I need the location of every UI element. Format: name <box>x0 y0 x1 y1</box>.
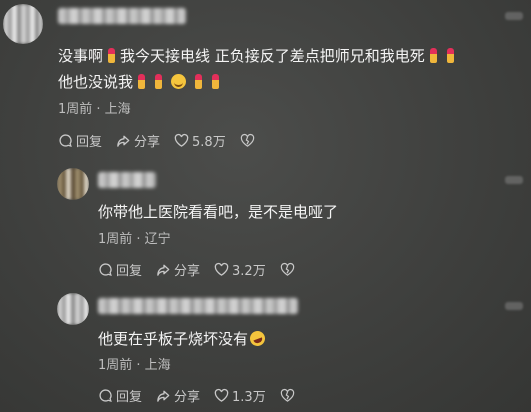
more-icon[interactable] <box>505 12 523 20</box>
lipstick-emoji-icon <box>155 74 163 89</box>
lipstick-emoji-icon <box>138 74 146 89</box>
share-icon <box>157 264 170 276</box>
dislike-button[interactable] <box>280 388 298 403</box>
comment-text: 你带他上医院看看吧，是不是电哑了 <box>98 203 339 221</box>
laugh-cry-emoji-icon <box>247 328 268 349</box>
lipstick-emoji-icon <box>429 48 437 63</box>
reply-button[interactable]: 回复 <box>98 386 142 405</box>
comment-text-line2: 他也没说我 <box>58 70 224 94</box>
lipstick-emoji-icon <box>108 48 116 63</box>
username-blurred[interactable] <box>58 8 186 24</box>
heart-broken-icon <box>280 388 294 402</box>
user-avatar[interactable] <box>57 293 89 325</box>
dislike-button[interactable] <box>240 133 258 148</box>
like-button[interactable]: 5.8万 <box>174 131 226 150</box>
comment-icon <box>99 389 112 402</box>
username-blurred[interactable] <box>98 298 298 314</box>
user-avatar[interactable] <box>57 168 89 200</box>
heart-broken-icon <box>240 133 254 147</box>
username-blurred[interactable] <box>98 172 156 188</box>
heart-icon <box>214 262 229 276</box>
reply-button[interactable]: 回复 <box>58 131 102 150</box>
more-icon[interactable] <box>505 176 523 184</box>
comment-actions: 回复 分享 3.2万 <box>98 260 312 279</box>
like-button[interactable]: 3.2万 <box>214 260 266 279</box>
more-icon[interactable] <box>505 302 523 310</box>
reply-button[interactable]: 回复 <box>98 260 142 279</box>
comment-meta: 1周前 · 上海 <box>98 358 171 373</box>
share-button[interactable]: 分享 <box>156 260 200 279</box>
heart-broken-icon <box>280 262 294 276</box>
heart-icon <box>214 388 229 402</box>
dislike-button[interactable] <box>280 262 298 277</box>
share-button[interactable]: 分享 <box>156 386 200 405</box>
comment-actions: 回复 分享 5.8万 <box>58 131 272 150</box>
comment-actions: 回复 分享 1.3万 <box>98 386 312 405</box>
comment-text: 他更在乎板子烧坏没有 <box>98 327 268 351</box>
heart-icon <box>174 133 189 147</box>
comment-icon <box>99 263 112 276</box>
comment-icon <box>59 134 72 147</box>
lipstick-emoji-icon <box>212 74 220 89</box>
like-button[interactable]: 1.3万 <box>214 386 266 405</box>
share-button[interactable]: 分享 <box>116 131 160 150</box>
smile-emoji-icon <box>171 74 187 89</box>
user-avatar[interactable] <box>3 4 43 44</box>
lipstick-emoji-icon <box>195 74 203 89</box>
share-icon <box>117 135 130 147</box>
lipstick-emoji-icon <box>446 48 454 63</box>
share-icon <box>157 390 170 402</box>
comment-meta: 1周前 · 上海 <box>58 102 131 117</box>
comment-meta: 1周前 · 辽宁 <box>98 232 171 247</box>
comment-text: 没事啊 我今天接电线 正负接反了差点把师兄和我电死 <box>58 44 459 68</box>
